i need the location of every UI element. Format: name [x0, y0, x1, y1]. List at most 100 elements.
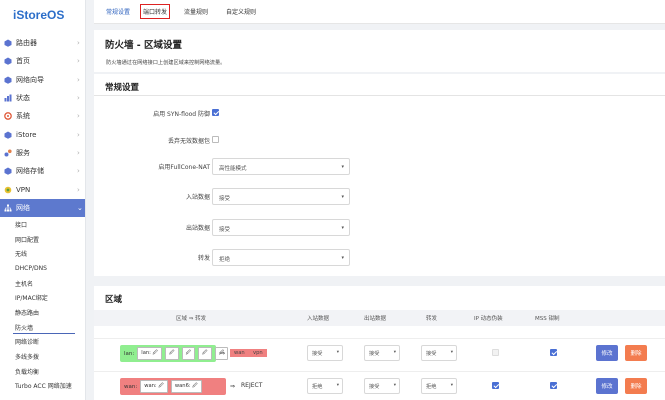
sidebar-item-label: 服务	[16, 148, 30, 157]
chevron-right-icon: ›	[77, 185, 80, 194]
chevron-right-icon: ›	[77, 148, 80, 157]
zone-forward-select[interactable]: 接受 ▾	[421, 345, 457, 361]
fullcone-select[interactable]: 高性能模式 ▾	[212, 158, 350, 175]
store-icon	[3, 130, 12, 139]
forward-target-zone: vpn	[249, 349, 267, 357]
sidebar: iStoreOS 路由器 › 首页 › 网络向导 › 状态 › 系统 › iSt…	[0, 0, 86, 400]
drop-invalid-row: 丢弃无效数据包	[94, 132, 665, 150]
table-row: lan: lan: 🖉 🖉 🖉 🖉 🖉 ⇒ wan vpn 接受 ▾ 接受 ▾ 接受…	[94, 338, 665, 366]
column-header-forward: 转发	[426, 316, 438, 322]
caret-down-icon: ▾	[341, 194, 344, 200]
divider	[94, 95, 665, 96]
sidebar-item-network[interactable]: 网络 ⌄	[0, 198, 85, 217]
edit-zone-button[interactable]: 修改	[596, 345, 618, 361]
status-icon	[3, 94, 12, 103]
input-select[interactable]: 接受 ▾	[212, 188, 350, 205]
zone-forward-select[interactable]: 拒绝 ▾	[421, 378, 457, 394]
wizard-icon	[3, 75, 12, 84]
output-row: 出站数据 接受 ▾	[94, 219, 665, 237]
input-label: 入站数据	[185, 194, 210, 201]
sidebar-item-label: 网络向导	[16, 75, 44, 84]
device-chip[interactable]: wan6: 🖉	[170, 380, 202, 393]
forward-target-zone: wan	[230, 349, 249, 357]
forward-select[interactable]: 拒绝 ▾	[212, 249, 350, 266]
syn-flood-row: 启用 SYN-flood 防御	[94, 105, 665, 123]
chevron-right-icon: ›	[77, 167, 80, 176]
sidebar-item-label: 系统	[16, 112, 30, 121]
mss-clamping-checkbox[interactable]	[550, 349, 557, 356]
sidebar-subitem-hostnames[interactable]: 主机名	[0, 276, 85, 291]
caret-down-icon: ▾	[336, 383, 339, 388]
forward-row: 转发 拒绝 ▾	[94, 249, 665, 267]
caret-down-icon: ▾	[336, 350, 339, 355]
tab-bar: 常规设置 端口转发 流量规则 自定义规则	[94, 0, 665, 24]
sidebar-subitem-static-routes[interactable]: 静态路由	[0, 305, 85, 320]
sidebar-item-services[interactable]: 服务 ›	[0, 144, 85, 162]
syn-flood-checkbox[interactable]	[212, 109, 219, 116]
edit-zone-button[interactable]: 修改	[596, 378, 618, 394]
tab-traffic-rules[interactable]: 流量规则	[182, 4, 210, 19]
drop-invalid-label: 丢弃无效数据包	[167, 138, 210, 145]
masquerading-checkbox[interactable]	[492, 349, 499, 356]
general-settings-panel: 常规设置 启用 SYN-flood 防御 丢弃无效数据包 启用FullCone-…	[94, 74, 665, 276]
device-chip[interactable]: 🖉	[181, 347, 196, 360]
caret-down-icon: ▾	[450, 383, 453, 388]
sidebar-item-label: iStore	[16, 130, 37, 139]
masquerading-checkbox[interactable]	[492, 382, 499, 389]
mss-clamping-checkbox[interactable]	[550, 382, 557, 389]
delete-zone-button[interactable]: 删除	[625, 345, 647, 361]
sidebar-item-vpn[interactable]: VPN ›	[0, 180, 85, 198]
device-chip[interactable]: lan: 🖉	[137, 347, 163, 360]
sidebar-subitem-ip-mac-binding[interactable]: IP/MAC绑定	[0, 290, 85, 305]
zone-output-select[interactable]: 接受 ▾	[364, 345, 400, 361]
sidebar-subitem-wireless[interactable]: 无线	[0, 246, 85, 261]
sidebar-item-label: 网络存储	[16, 167, 44, 176]
device-chip[interactable]: 🖉	[165, 347, 179, 360]
sidebar-item-label: VPN	[16, 185, 31, 194]
section-title: 区域	[105, 295, 123, 305]
zone-input-select[interactable]: 拒绝 ▾	[307, 378, 343, 394]
sidebar-subitem-multiwan[interactable]: 多线多拨	[0, 349, 85, 364]
tab-general-settings[interactable]: 常规设置	[104, 4, 132, 19]
drop-invalid-checkbox[interactable]	[212, 136, 219, 143]
zone-output-select[interactable]: 接受 ▾	[364, 378, 400, 394]
delete-zone-button[interactable]: 删除	[625, 378, 647, 394]
column-header-masquerading: IP 动态伪装	[474, 316, 503, 322]
zone-input-select[interactable]: 接受 ▾	[307, 345, 343, 361]
syn-flood-label: 启用 SYN-flood 防御	[153, 111, 210, 118]
device-chip[interactable]: wan: 🖉	[140, 380, 168, 393]
sidebar-item-istore[interactable]: iStore ›	[0, 125, 85, 143]
sidebar-item-system[interactable]: 系统 ›	[0, 107, 85, 125]
output-select[interactable]: 接受 ▾	[212, 219, 350, 236]
sidebar-item-router[interactable]: 路由器 ›	[0, 34, 85, 52]
sidebar-subitem-turbo-acc[interactable]: Turbo ACC 网络加速	[0, 379, 85, 394]
device-chip[interactable]: 🖉	[198, 347, 212, 360]
tab-port-forwarding[interactable]: 端口转发	[140, 4, 171, 19]
zone-forward-value: 拒绝	[426, 384, 437, 390]
sidebar-item-storage[interactable]: 网络存储 ›	[0, 162, 85, 180]
sidebar-item-wizard[interactable]: 网络向导 ›	[0, 71, 85, 89]
fullcone-row: 启用FullCone-NAT 高性能模式 ▾	[94, 158, 665, 176]
chevron-right-icon: ›	[77, 57, 80, 66]
sidebar-item-label: 路由器	[16, 39, 37, 48]
gear-icon	[3, 112, 12, 121]
caret-down-icon: ▾	[393, 383, 396, 388]
sidebar-subitem-load-balancing[interactable]: 负载均衡	[0, 364, 85, 379]
zone-forward-value: 接受	[426, 351, 437, 357]
zone-input-value: 接受	[312, 351, 323, 357]
caret-down-icon: ▾	[393, 350, 396, 355]
app-logo[interactable]: iStoreOS	[0, 0, 85, 34]
sidebar-subitem-diagnostics[interactable]: 网络诊断	[0, 334, 85, 349]
fullcone-value: 高性能模式	[219, 166, 247, 172]
sidebar-subitem-firewall[interactable]: 防火墙	[0, 320, 85, 335]
section-title: 常规设置	[105, 83, 140, 93]
sidebar-subitem-port-config[interactable]: 网口配置	[0, 232, 85, 247]
tab-custom-rules[interactable]: 自定义规则	[224, 4, 258, 19]
sidebar-subitem-interfaces[interactable]: 接口	[0, 217, 85, 232]
storage-icon	[3, 167, 12, 176]
page-header-panel: 防火墙 - 区域设置 防火墙通过在网络接口上创建区域来控制网络流量。	[94, 30, 665, 72]
sidebar-item-status[interactable]: 状态 ›	[0, 89, 85, 107]
sidebar-subitem-dhcp-dns[interactable]: DHCP/DNS	[0, 261, 85, 276]
sidebar-item-home[interactable]: 首页 ›	[0, 52, 85, 70]
column-header-mss: MSS 钳制	[535, 316, 560, 322]
